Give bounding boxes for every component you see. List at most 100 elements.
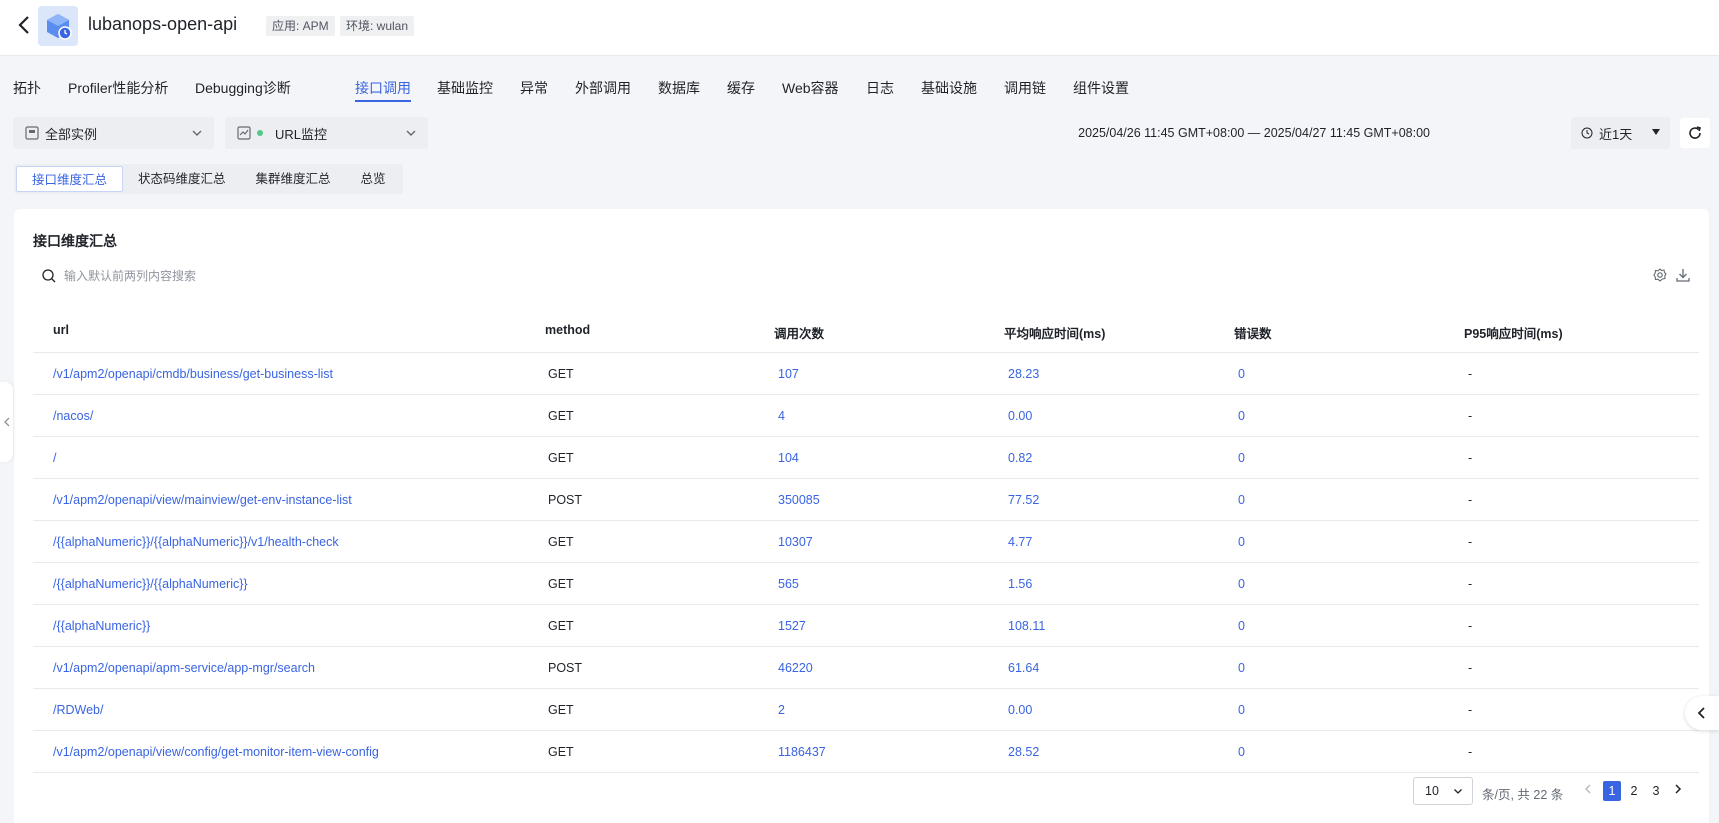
- subtab-overview[interactable]: 总览: [346, 166, 401, 192]
- status-dot: [257, 130, 263, 136]
- avg-response-cell[interactable]: 0.00: [1008, 409, 1032, 423]
- calls-cell[interactable]: 10307: [778, 535, 813, 549]
- instance-select-value: 全部实例: [45, 126, 98, 142]
- subtab-cluster-summary[interactable]: 集群维度汇总: [241, 166, 346, 192]
- tab-api-calls[interactable]: 接口调用: [355, 78, 411, 102]
- download-icon[interactable]: [1675, 267, 1691, 283]
- page-size-select[interactable]: 10: [1413, 777, 1473, 805]
- table-row[interactable]: /v1/apm2/openapi/view/config/get-monitor…: [33, 731, 1699, 773]
- instance-select[interactable]: 全部实例: [13, 117, 214, 149]
- errors-cell[interactable]: 0: [1238, 409, 1245, 423]
- back-arrow-icon[interactable]: [14, 14, 34, 36]
- errors-cell[interactable]: 0: [1238, 451, 1245, 465]
- calls-cell[interactable]: 1186437: [778, 745, 826, 759]
- page-button-2[interactable]: 2: [1625, 781, 1643, 801]
- table-row[interactable]: /{{alphaNumeric}}/{{alphaNumeric}}/v1/he…: [33, 521, 1699, 563]
- tab-cache[interactable]: 缓存: [727, 78, 755, 98]
- table-row[interactable]: /{{alphaNumeric}} GET 1527 108.11 0 -: [33, 605, 1699, 647]
- url-cell[interactable]: /v1/apm2/openapi/view/config/get-monitor…: [53, 745, 379, 759]
- next-page-icon[interactable]: [1669, 781, 1687, 801]
- calls-cell[interactable]: 1527: [778, 619, 806, 633]
- clock-icon: [1581, 127, 1593, 139]
- tab-trace[interactable]: 调用链: [1004, 78, 1046, 98]
- col-method[interactable]: method: [545, 323, 590, 337]
- col-errors[interactable]: 错误数: [1234, 323, 1272, 342]
- subtab-status-code-summary[interactable]: 状态码维度汇总: [123, 166, 241, 192]
- monitor-select[interactable]: URL监控: [225, 117, 428, 149]
- tab-topology[interactable]: 拓扑: [13, 78, 41, 98]
- right-expand-handle[interactable]: [1685, 696, 1719, 730]
- calls-cell[interactable]: 107: [778, 367, 799, 381]
- col-p95-response[interactable]: P95响应时间(ms): [1464, 323, 1563, 342]
- tab-logs[interactable]: 日志: [866, 78, 894, 98]
- p95-cell: -: [1468, 409, 1473, 423]
- avg-response-cell[interactable]: 1.56: [1008, 577, 1032, 591]
- url-cell[interactable]: /RDWeb/: [53, 703, 103, 717]
- url-cell[interactable]: /v1/apm2/openapi/apm-service/app-mgr/sea…: [53, 661, 315, 675]
- col-avg-response[interactable]: 平均响应时间(ms): [1004, 323, 1105, 342]
- errors-cell[interactable]: 0: [1238, 703, 1245, 717]
- p95-cell: -: [1468, 661, 1473, 675]
- p95-cell: -: [1468, 703, 1473, 717]
- table-row[interactable]: / GET 104 0.82 0 -: [33, 437, 1699, 479]
- avg-response-cell[interactable]: 0.00: [1008, 703, 1032, 717]
- tab-infrastructure[interactable]: 基础设施: [921, 78, 977, 98]
- tab-component-settings[interactable]: 组件设置: [1073, 78, 1129, 98]
- api-table: url method 调用次数 平均响应时间(ms) 错误数 P95响应时间(m…: [33, 307, 1699, 773]
- time-range-text[interactable]: 2025/04/26 11:45 GMT+08:00 — 2025/04/27 …: [1078, 126, 1430, 140]
- tab-database[interactable]: 数据库: [658, 78, 700, 98]
- tab-external-calls[interactable]: 外部调用: [575, 78, 631, 98]
- errors-cell[interactable]: 0: [1238, 577, 1245, 591]
- p95-cell: -: [1468, 577, 1473, 591]
- errors-cell[interactable]: 0: [1238, 535, 1245, 549]
- table-row[interactable]: /v1/apm2/openapi/cmdb/business/get-busin…: [33, 353, 1699, 395]
- page-button-1[interactable]: 1: [1603, 781, 1621, 801]
- url-cell[interactable]: /v1/apm2/openapi/view/mainview/get-env-i…: [53, 493, 352, 507]
- url-cell[interactable]: /v1/apm2/openapi/cmdb/business/get-busin…: [53, 367, 333, 381]
- calls-cell[interactable]: 4: [778, 409, 785, 423]
- avg-response-cell[interactable]: 0.82: [1008, 451, 1032, 465]
- avg-response-cell[interactable]: 28.23: [1008, 367, 1039, 381]
- table-row[interactable]: /{{alphaNumeric}}/{{alphaNumeric}} GET 565…: [33, 563, 1699, 605]
- calls-cell[interactable]: 46220: [778, 661, 813, 675]
- url-cell[interactable]: /{{alphaNumeric}}/{{alphaNumeric}}/v1/he…: [53, 535, 339, 549]
- calls-cell[interactable]: 104: [778, 451, 799, 465]
- errors-cell[interactable]: 0: [1238, 493, 1245, 507]
- quick-range-select[interactable]: 近1天: [1571, 117, 1670, 149]
- errors-cell[interactable]: 0: [1238, 745, 1245, 759]
- tab-basic-monitoring[interactable]: 基础监控: [437, 78, 493, 98]
- tab-web-container[interactable]: Web容器: [782, 78, 839, 98]
- tab-profiler[interactable]: Profiler性能分析: [68, 78, 168, 98]
- errors-cell[interactable]: 0: [1238, 367, 1245, 381]
- errors-cell[interactable]: 0: [1238, 661, 1245, 675]
- refresh-button[interactable]: [1680, 118, 1710, 148]
- table-row[interactable]: /nacos/GET 4 0.00 0 -: [33, 395, 1699, 437]
- avg-response-cell[interactable]: 61.64: [1008, 661, 1039, 675]
- url-cell[interactable]: /: [53, 451, 56, 465]
- url-cell[interactable]: /{{alphaNumeric}}/{{alphaNumeric}}: [53, 577, 248, 591]
- col-url[interactable]: url: [53, 323, 69, 337]
- subtab-api-summary[interactable]: 接口维度汇总: [16, 166, 124, 192]
- avg-response-cell[interactable]: 77.52: [1008, 493, 1039, 507]
- left-collapse-handle[interactable]: [0, 382, 13, 462]
- table-row[interactable]: /RDWeb/GET 2 0.00 0 -: [33, 689, 1699, 731]
- search-input[interactable]: [64, 265, 564, 287]
- avg-response-cell[interactable]: 28.52: [1008, 745, 1039, 759]
- errors-cell[interactable]: 0: [1238, 619, 1245, 633]
- page-button-3[interactable]: 3: [1647, 781, 1665, 801]
- gear-icon[interactable]: [1652, 267, 1668, 283]
- col-calls[interactable]: 调用次数: [774, 323, 824, 342]
- avg-response-cell[interactable]: 108.11: [1008, 619, 1045, 633]
- app-title: lubanops-open-api: [88, 14, 238, 34]
- url-cell[interactable]: /nacos/: [53, 409, 93, 423]
- table-row[interactable]: /v1/apm2/openapi/apm-service/app-mgr/sea…: [33, 647, 1699, 689]
- tab-exceptions[interactable]: 异常: [520, 78, 548, 98]
- calls-cell[interactable]: 2: [778, 703, 785, 717]
- calls-cell[interactable]: 350085: [778, 493, 820, 507]
- prev-page-icon[interactable]: [1579, 781, 1597, 801]
- url-cell[interactable]: /{{alphaNumeric}}: [53, 619, 150, 633]
- calls-cell[interactable]: 565: [778, 577, 799, 591]
- avg-response-cell[interactable]: 4.77: [1008, 535, 1032, 549]
- tab-debugging[interactable]: Debugging诊断: [195, 78, 291, 98]
- table-row[interactable]: /v1/apm2/openapi/view/mainview/get-env-i…: [33, 479, 1699, 521]
